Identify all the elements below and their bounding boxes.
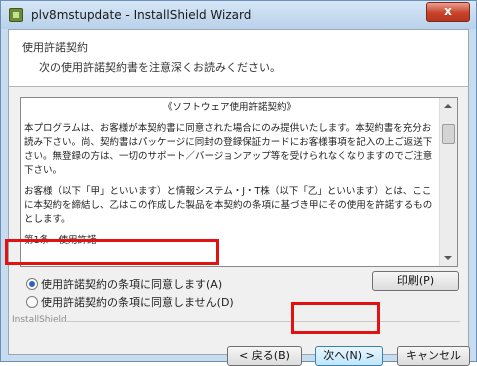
next-button[interactable]: 次へ(N) > [315,346,383,366]
decline-radio[interactable] [26,296,38,308]
accept-label[interactable]: 使用許諾契約の条項に同意します(A) [41,276,222,292]
wizard-header: 使用許諾契約 次の使用許諾契約書を注意深くお読みください。 [9,30,468,87]
title-bar[interactable]: plv8mstupdate - InstallShield Wizard x [1,1,476,29]
cancel-button[interactable]: キャンセル [397,346,470,366]
accept-radio[interactable] [26,278,38,290]
installshield-wizard-window: plv8mstupdate - InstallShield Wizard x 使… [0,0,477,366]
page-subtitle: 次の使用許諾契約書を注意深くお読みください。 [39,61,281,74]
installshield-brand-label: InstallShield [12,315,67,325]
installer-app-icon [9,8,23,22]
accept-option-highlight [5,239,219,265]
license-paragraph-1: 本プログラムは、お客様が本契約書に同意された場合にのみ提供いたします。本契約書を… [24,123,433,176]
license-heading: 《ソフトウェア使用許諾契約》 [162,102,296,113]
scroll-thumb[interactable] [442,124,455,144]
footer-divider [55,321,460,322]
decline-label[interactable]: 使用許諾契約の条項に同意しません(D) [41,294,234,310]
license-paragraph-2: お客様（以下「甲」といいます）と情報システム・J・T株（以下「乙」といいます）と… [24,186,433,225]
next-button-highlight [291,302,380,334]
page-title: 使用許諾契約 [22,41,88,54]
window-title: plv8mstupdate - InstallShield Wizard [31,8,252,22]
scroll-up-arrow-icon[interactable] [444,104,452,108]
scroll-down-arrow-icon[interactable] [444,256,452,260]
back-button[interactable]: < 戻る(B) [227,346,302,366]
license-text: 《ソフトウェア使用許諾契約》 本プログラムは、お客様が本契約書に同意された場合に… [24,101,435,255]
license-scrollbar[interactable] [439,98,457,266]
wizard-body: 使用許諾契約 次の使用許諾契約書を注意深くお読みください。 《ソフトウェア使用許… [8,29,470,366]
print-button[interactable]: 印刷(P) [372,271,459,291]
close-button[interactable]: x [426,2,470,22]
